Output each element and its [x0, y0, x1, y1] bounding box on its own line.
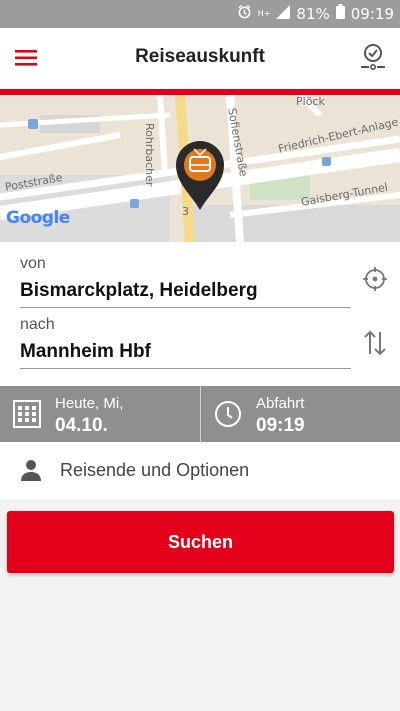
from-value[interactable]: Bismarckplatz, Heidelberg [20, 277, 351, 305]
to-value[interactable]: Mannheim Hbf [20, 338, 351, 366]
swap-arrows-icon[interactable] [362, 328, 388, 358]
to-label: nach [20, 316, 55, 333]
alarm-icon [237, 4, 252, 23]
time-label: Abfahrt [256, 395, 305, 412]
date-time-bar: Heute, Mi, 04.10. Abfahrt 09:19 [0, 386, 400, 442]
route-form: von Bismarckplatz, Heidelberg nach Mannh… [0, 242, 400, 386]
signal-icon [276, 4, 291, 23]
date-selector[interactable]: Heute, Mi, 04.10. [0, 386, 200, 442]
street-label: Plöck [296, 95, 325, 108]
street-label: 3 [182, 205, 189, 218]
options-label: Reisende und Optionen [60, 460, 250, 480]
person-icon [20, 459, 42, 481]
status-bar-right: H+ 81% 09:19 [237, 4, 394, 23]
date-label: Heute, Mi, [55, 395, 124, 412]
calendar-icon [13, 400, 41, 428]
search-button[interactable]: Suchen [7, 511, 394, 573]
from-field[interactable]: von Bismarckplatz, Heidelberg [20, 255, 351, 308]
location-target-icon[interactable] [362, 266, 388, 292]
date-value: 04.10. [55, 415, 108, 436]
google-logo-text: Google [6, 208, 70, 228]
battery-percent: 81% [296, 4, 330, 23]
to-field[interactable]: nach Mannheim Hbf [20, 316, 351, 369]
from-label: von [20, 255, 46, 272]
clock-alarm-icon[interactable] [358, 40, 388, 76]
travellers-options-row[interactable]: Reisende und Optionen [0, 442, 400, 499]
street-label: Rohrbacher [143, 123, 156, 187]
map-view[interactable]: Plöck Rohrbacher Sofienstraße Friedrich-… [0, 95, 400, 242]
status-bar: H+ 81% 09:19 [0, 0, 400, 28]
status-time: 09:19 [350, 4, 394, 23]
battery-icon [335, 4, 345, 23]
time-value: 09:19 [256, 415, 305, 436]
app-bar: Reiseauskunft [0, 28, 400, 89]
page-title: Reiseauskunft [135, 46, 265, 67]
clock-icon [214, 400, 242, 428]
google-logo: Google [6, 208, 70, 228]
network-type-icon: H+ [257, 8, 271, 18]
time-selector[interactable]: Abfahrt 09:19 [201, 386, 400, 442]
